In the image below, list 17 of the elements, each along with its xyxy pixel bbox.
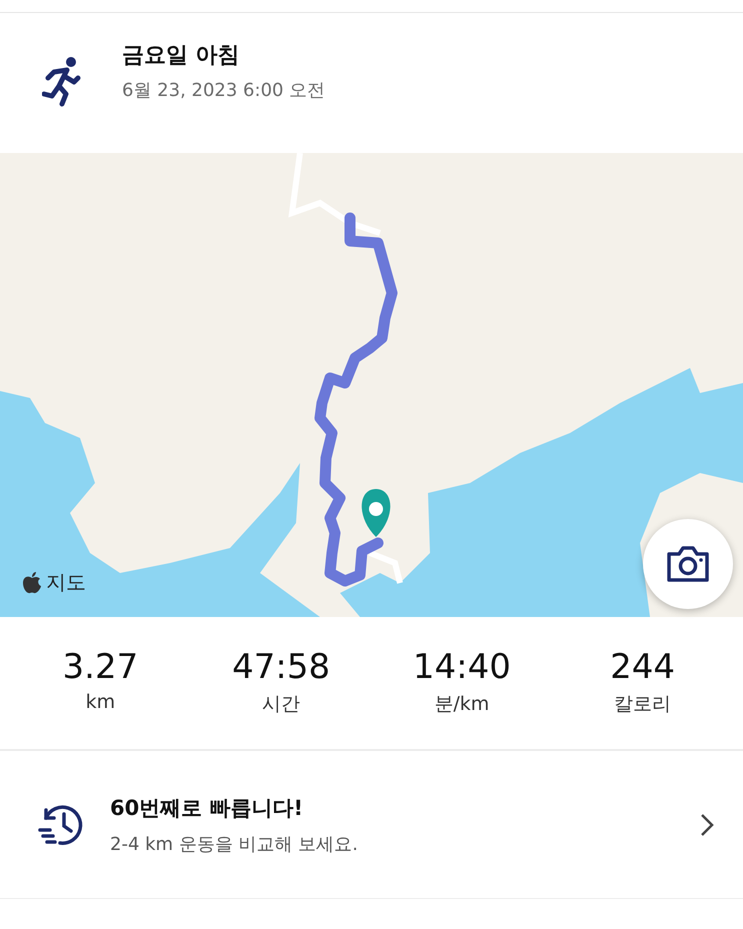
stat-value: 244 [610, 647, 676, 687]
apple-icon [22, 572, 42, 594]
comparison-title: 60번째로 빠릅니다! [110, 794, 304, 822]
stat-label: km [86, 691, 116, 713]
runner-icon [42, 56, 82, 108]
map-attribution: 지도 [46, 569, 86, 596]
chevron-icon[interactable] [699, 812, 715, 838]
stat-label: 칼로리 [614, 692, 672, 717]
stat-label: 분/km [434, 692, 490, 717]
comparison-subtitle: 2-4 km 운동을 비교해 보세요. [110, 832, 359, 856]
stat-value: 14:40 [412, 647, 511, 687]
stat-label: 시간 [262, 692, 300, 717]
activity-title: 금요일 아침 [122, 42, 241, 70]
activity-date: 6월 23, 2023 6:00 오전 [122, 79, 326, 102]
stat-value: 3.27 [62, 647, 138, 687]
camera-icon [665, 544, 711, 584]
stat-value: 47:58 [232, 647, 330, 687]
